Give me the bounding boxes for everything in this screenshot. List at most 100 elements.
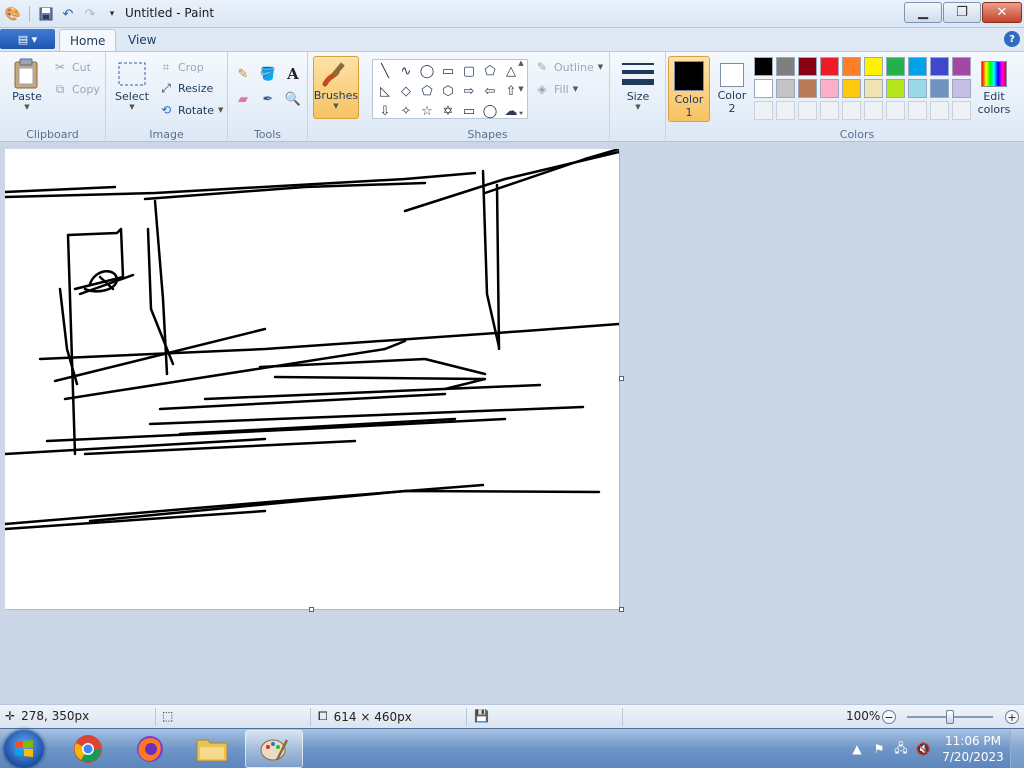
zoom-slider-thumb[interactable] <box>946 710 954 724</box>
paste-button[interactable]: Paste ▼ <box>8 58 46 111</box>
four-point-star-shape-icon[interactable]: ✧ <box>396 102 416 121</box>
resize-button[interactable]: ⤢ Resize <box>158 78 213 98</box>
customize-qat-chevron-icon[interactable]: ▾ <box>103 5 121 23</box>
palette-color-swatch[interactable] <box>798 57 817 76</box>
palette-color-swatch[interactable] <box>842 57 861 76</box>
six-point-star-shape-icon[interactable]: ✡ <box>438 102 458 121</box>
taskbar-chrome[interactable] <box>59 730 117 768</box>
clock[interactable]: 11:06 PM 7/20/2023 <box>936 733 1010 765</box>
text-tool-icon[interactable]: A <box>282 63 304 85</box>
palette-custom-swatch[interactable] <box>776 101 795 120</box>
oval-callout-shape-icon[interactable]: ◯ <box>480 102 500 121</box>
drawing-canvas[interactable] <box>5 149 619 609</box>
zoom-out-button[interactable]: − <box>882 710 896 724</box>
palette-color-swatch[interactable] <box>952 57 971 76</box>
size-button[interactable]: Size ▼ <box>618 58 658 111</box>
tab-view[interactable]: View <box>118 29 166 51</box>
palette-custom-swatch[interactable] <box>930 101 949 120</box>
outline-button[interactable]: ✎ Outline ▼ <box>534 57 603 77</box>
pentagon-shape-icon[interactable]: ⬠ <box>417 82 437 101</box>
palette-color-swatch[interactable] <box>908 79 927 98</box>
palette-color-swatch[interactable] <box>930 57 949 76</box>
palette-custom-swatch[interactable] <box>908 101 927 120</box>
palette-color-swatch[interactable] <box>754 79 773 98</box>
undo-icon[interactable]: ↶ <box>59 5 77 23</box>
palette-color-swatch[interactable] <box>820 57 839 76</box>
paint-menu-button[interactable]: ▤ ▾ <box>0 29 55 49</box>
oval-shape-icon[interactable]: ◯ <box>417 62 437 81</box>
palette-color-swatch[interactable] <box>864 79 883 98</box>
cut-button[interactable]: ✂ Cut <box>52 57 91 77</box>
fill-bucket-icon[interactable]: 🪣 <box>257 63 279 85</box>
palette-color-swatch[interactable] <box>886 79 905 98</box>
hexagon-shape-icon[interactable]: ⬡ <box>438 82 458 101</box>
show-hidden-icons-icon[interactable]: ▲ <box>846 742 868 756</box>
palette-custom-swatch[interactable] <box>820 101 839 120</box>
redo-icon[interactable]: ↷ <box>81 5 99 23</box>
brushes-button[interactable]: Brushes ▼ <box>313 56 359 119</box>
palette-color-swatch[interactable] <box>820 79 839 98</box>
network-icon[interactable]: 🖧 <box>890 739 912 760</box>
volume-muted-icon[interactable]: 🔇 <box>912 742 934 756</box>
rotate-button[interactable]: ⟲ Rotate ▼ <box>158 100 223 120</box>
close-button[interactable]: ✕ <box>982 2 1022 23</box>
resize-handle-corner[interactable] <box>619 607 624 612</box>
shapes-scroll-down-icon[interactable]: ▼ <box>518 85 523 93</box>
palette-custom-swatch[interactable] <box>864 101 883 120</box>
palette-color-swatch[interactable] <box>798 79 817 98</box>
palette-custom-swatch[interactable] <box>754 101 773 120</box>
magnifier-icon[interactable]: 🔍 <box>282 88 304 110</box>
minimize-button[interactable]: ▁ <box>904 2 942 23</box>
palette-custom-swatch[interactable] <box>952 101 971 120</box>
select-button[interactable]: Select ▼ <box>112 58 152 111</box>
crop-button[interactable]: ⌗ Crop <box>158 57 204 77</box>
show-desktop-button[interactable] <box>1010 729 1024 768</box>
rectangle-shape-icon[interactable]: ▭ <box>438 62 458 81</box>
left-arrow-shape-icon[interactable]: ⇦ <box>480 82 500 101</box>
palette-color-swatch[interactable] <box>776 57 795 76</box>
palette-color-swatch[interactable] <box>952 79 971 98</box>
palette-custom-swatch[interactable] <box>842 101 861 120</box>
palette-color-swatch[interactable] <box>930 79 949 98</box>
palette-custom-swatch[interactable] <box>798 101 817 120</box>
start-button[interactable] <box>4 730 44 768</box>
taskbar-paint[interactable] <box>245 730 303 768</box>
fill-button[interactable]: ◈ Fill ▼ <box>534 79 578 99</box>
color1-button[interactable]: Color 1 <box>668 56 710 122</box>
palette-color-swatch[interactable] <box>864 57 883 76</box>
eraser-icon[interactable]: ▰ <box>232 88 254 110</box>
palette-color-swatch[interactable] <box>842 79 861 98</box>
shapes-expand-icon[interactable]: ⯆ <box>518 110 524 119</box>
copy-button[interactable]: ⧉ Copy <box>52 79 100 99</box>
palette-color-swatch[interactable] <box>754 57 773 76</box>
right-arrow-shape-icon[interactable]: ⇨ <box>459 82 479 101</box>
rounded-rectangle-shape-icon[interactable]: ▢ <box>459 62 479 81</box>
help-icon[interactable]: ? <box>1004 31 1020 47</box>
palette-custom-swatch[interactable] <box>886 101 905 120</box>
paint-app-icon[interactable]: 🎨 <box>4 5 22 23</box>
resize-handle-bottom[interactable] <box>309 607 314 612</box>
action-center-flag-icon[interactable]: ⚑ <box>868 742 890 756</box>
palette-color-swatch[interactable] <box>886 57 905 76</box>
five-point-star-shape-icon[interactable]: ☆ <box>417 102 437 121</box>
shapes-scroll-up-icon[interactable]: ▲ <box>518 59 523 67</box>
palette-color-swatch[interactable] <box>908 57 927 76</box>
resize-handle-right[interactable] <box>619 376 624 381</box>
tab-home[interactable]: Home <box>59 29 117 51</box>
restore-button[interactable]: ❐ <box>943 2 981 23</box>
diamond-shape-icon[interactable]: ◇ <box>396 82 416 101</box>
down-arrow-shape-icon[interactable]: ⇩ <box>375 102 395 121</box>
zoom-in-button[interactable]: + <box>1005 710 1019 724</box>
color-picker-icon[interactable]: ✒ <box>257 88 279 110</box>
save-icon[interactable] <box>37 5 55 23</box>
curve-shape-icon[interactable]: ∿ <box>396 62 416 81</box>
rect-callout-shape-icon[interactable]: ▭ <box>459 102 479 121</box>
edit-colors-button[interactable]: Edit colors <box>974 58 1014 116</box>
color2-button[interactable]: Color 2 <box>711 56 753 122</box>
taskbar-file-explorer[interactable] <box>183 730 241 768</box>
canvas-workspace[interactable] <box>0 142 1024 704</box>
palette-color-swatch[interactable] <box>776 79 795 98</box>
polygon-shape-icon[interactable]: ⬠ <box>480 62 500 81</box>
right-triangle-shape-icon[interactable]: ◺ <box>375 82 395 101</box>
taskbar-firefox[interactable] <box>121 730 179 768</box>
